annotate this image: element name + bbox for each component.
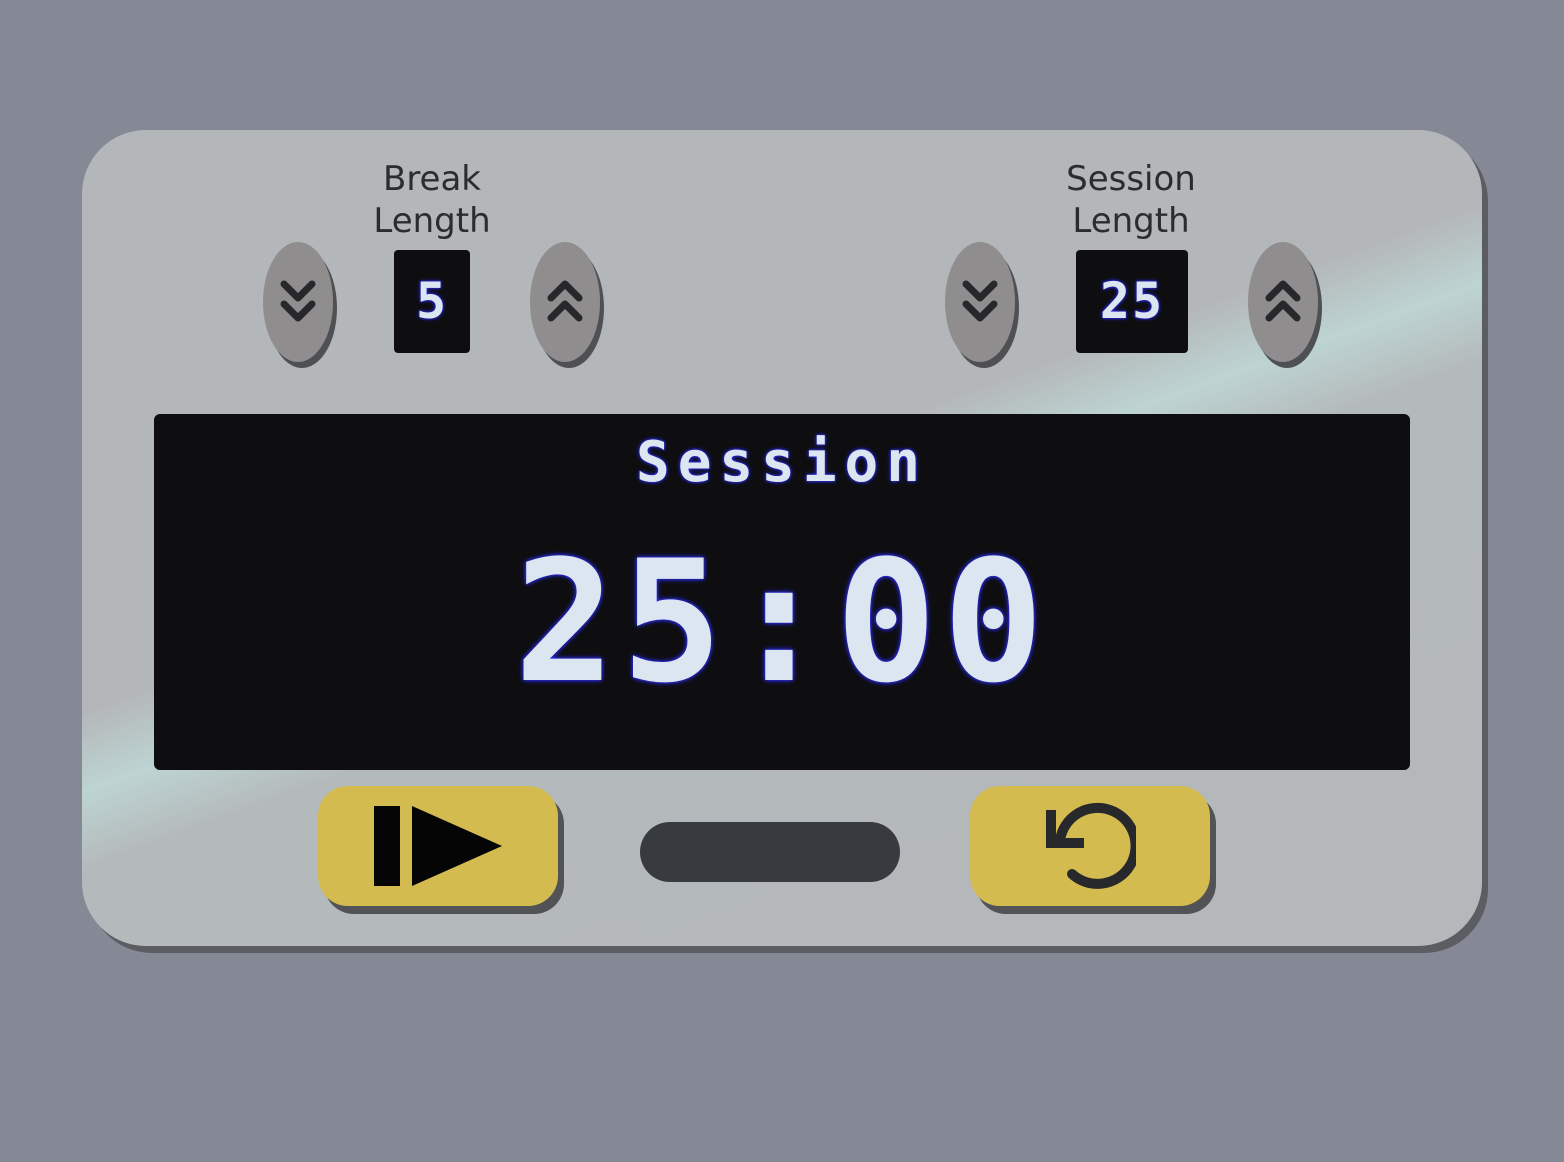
- break-label-line2: Length: [373, 201, 491, 241]
- break-label-line1: Break: [383, 159, 481, 199]
- session-label-line2: Length: [1072, 201, 1190, 241]
- chevrons-up-icon: [1265, 280, 1301, 322]
- timer-label: Session: [635, 430, 928, 495]
- pomodoro-clock: Break Length 5 Session Length 25 Session: [82, 130, 1482, 946]
- reset-button[interactable]: [970, 786, 1210, 906]
- start-stop-button[interactable]: [318, 786, 558, 906]
- session-length-display: 25: [1076, 250, 1188, 353]
- time-left: 25:00: [514, 524, 1050, 720]
- reset-icon: [1046, 802, 1136, 889]
- session-label-line1: Session: [1066, 159, 1196, 199]
- session-label: Session Length: [1011, 158, 1251, 242]
- session-decrement-button[interactable]: [945, 242, 1015, 362]
- chevrons-down-icon: [280, 280, 316, 322]
- timer-display: Session 25:00: [154, 414, 1410, 770]
- break-label: Break Length: [312, 158, 552, 242]
- break-length-display: 5: [394, 250, 470, 353]
- play-pause-icon: [374, 806, 502, 886]
- break-increment-button[interactable]: [530, 242, 600, 362]
- chevrons-up-icon: [547, 280, 583, 322]
- session-increment-button[interactable]: [1248, 242, 1318, 362]
- chevrons-down-icon: [962, 280, 998, 322]
- progress-bar: [640, 822, 900, 882]
- break-decrement-button[interactable]: [263, 242, 333, 362]
